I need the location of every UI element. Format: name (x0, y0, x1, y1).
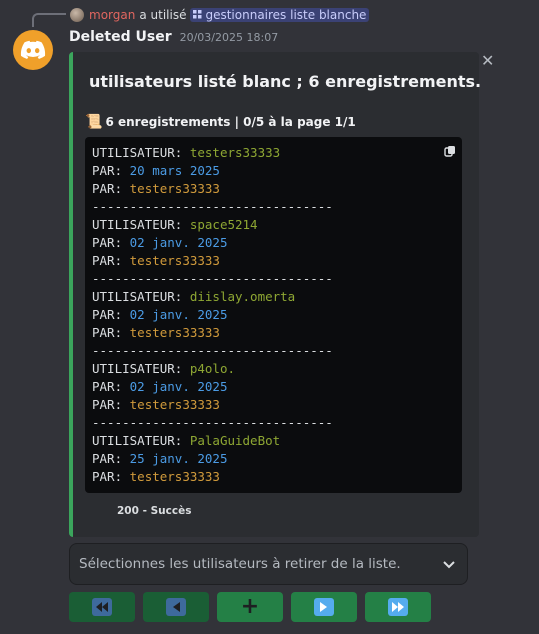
embed-title: utilisateurs listé blanc ; 6 enregistrem… (89, 72, 482, 91)
message-header: Deleted User 20/03/2025 18:07 (69, 29, 278, 45)
by-label: PAR: (92, 325, 130, 340)
code-line: PAR: testers33333 (92, 252, 333, 270)
embed-footer: 200 - Succès (117, 505, 192, 517)
by-label: PAR: (92, 379, 130, 394)
by-label: PAR: (92, 163, 130, 178)
chevron-down-icon (443, 557, 455, 573)
user-label: UTILISATEUR: (92, 433, 190, 448)
date-value: 02 janv. 2025 (129, 307, 228, 322)
added-by-value: testers33333 (129, 253, 220, 268)
code-line: -------------------------------- (92, 198, 333, 216)
code-line: PAR: 20 mars 2025 (92, 162, 333, 180)
user-label: UTILISATEUR: (92, 289, 190, 304)
separator: -------------------------------- (92, 199, 333, 214)
code-line: PAR: testers33333 (92, 396, 333, 414)
user-label: UTILISATEUR: (92, 145, 190, 160)
date-value: 02 janv. 2025 (129, 235, 228, 250)
previous-page-button[interactable] (143, 592, 209, 622)
left-icon (166, 598, 186, 616)
scroll-icon: 📜 (85, 114, 103, 130)
code-block: UTILISATEUR: testers33333 PAR: 20 mars 20… (85, 137, 462, 493)
embed-description: 📜 6 enregistrements | 0/5 à la page 1/1 (85, 114, 356, 130)
added-by-value: testers33333 (129, 397, 220, 412)
username-value: p4olo. (189, 361, 235, 376)
author-name[interactable]: Deleted User (69, 29, 172, 45)
date-value: 02 janv. 2025 (129, 379, 228, 394)
code-line: UTILISATEUR: p4olo. (92, 360, 333, 378)
code-line: -------------------------------- (92, 414, 333, 432)
last-page-button[interactable] (365, 592, 431, 622)
date-value: 25 janv. 2025 (129, 451, 228, 466)
added-by-value: testers33333 (129, 469, 220, 484)
double-right-icon (388, 598, 408, 616)
double-left-icon (92, 598, 112, 616)
username-value: space5214 (189, 217, 258, 232)
discord-logo-icon (20, 40, 46, 59)
separator: -------------------------------- (92, 343, 333, 358)
added-by-value: testers33333 (129, 181, 220, 196)
code-line: PAR: testers33333 (92, 324, 333, 342)
by-label: PAR: (92, 181, 130, 196)
code-line: -------------------------------- (92, 270, 333, 288)
command-name: gestionnaires liste blanche (205, 8, 367, 22)
by-label: PAR: (92, 397, 130, 412)
user-label: UTILISATEUR: (92, 361, 190, 376)
embed: utilisateurs listé blanc ; 6 enregistrem… (69, 52, 482, 537)
code-line: UTILISATEUR: PalaGuideBot (92, 432, 333, 450)
code-line: PAR: 02 janv. 2025 (92, 234, 333, 252)
code-line: PAR: testers33333 (92, 468, 333, 486)
code-line: UTILISATEUR: diislay.omerta (92, 288, 333, 306)
copy-icon[interactable] (444, 145, 456, 157)
separator: -------------------------------- (92, 415, 333, 430)
close-icon[interactable]: ✕ (481, 51, 494, 70)
code-line: UTILISATEUR: testers33333 (92, 144, 333, 162)
code-line: PAR: 02 janv. 2025 (92, 306, 333, 324)
code-line: PAR: testers33333 (92, 180, 333, 198)
by-label: PAR: (92, 235, 130, 250)
code-line: PAR: 02 janv. 2025 (92, 378, 333, 396)
remove-users-select[interactable]: Sélectionnes les utilisateurs à retirer … (69, 543, 468, 585)
added-by-value: testers33333 (129, 325, 220, 340)
next-page-button[interactable] (291, 592, 357, 622)
reply-action-text: a utilisé (139, 8, 187, 22)
first-page-button[interactable] (69, 592, 135, 622)
username-value: PalaGuideBot (189, 433, 281, 448)
by-label: PAR: (92, 469, 130, 484)
date-value: 20 mars 2025 (129, 163, 220, 178)
select-placeholder: Sélectionnes les utilisateurs à retirer … (79, 556, 401, 572)
user-label: UTILISATEUR: (92, 217, 190, 232)
avatar[interactable] (13, 30, 53, 70)
separator: -------------------------------- (92, 271, 333, 286)
reply-avatar[interactable] (70, 8, 84, 22)
username-value: testers33333 (189, 145, 281, 160)
embed-description-text: 6 enregistrements | 0/5 à la page 1/1 (105, 115, 356, 129)
reply-header: morgan a utilisé gestionnaires liste bla… (70, 6, 370, 24)
by-label: PAR: (92, 451, 130, 466)
code-line: -------------------------------- (92, 342, 333, 360)
message-timestamp: 20/03/2025 18:07 (179, 31, 279, 44)
add-button[interactable]: + (217, 592, 283, 622)
by-label: PAR: (92, 307, 130, 322)
action-buttons: + (69, 592, 431, 622)
plus-icon: + (240, 594, 260, 619)
code-line: UTILISATEUR: space5214 (92, 216, 333, 234)
command-icon (193, 9, 202, 22)
reply-username[interactable]: morgan (89, 8, 135, 22)
reply-connector (32, 13, 66, 27)
username-value: diislay.omerta (189, 289, 296, 304)
by-label: PAR: (92, 253, 130, 268)
command-chip[interactable]: gestionnaires liste blanche (190, 8, 370, 22)
code-lines: UTILISATEUR: testers33333 PAR: 20 mars 20… (92, 144, 333, 486)
code-line: PAR: 25 janv. 2025 (92, 450, 333, 468)
right-icon (314, 598, 334, 616)
